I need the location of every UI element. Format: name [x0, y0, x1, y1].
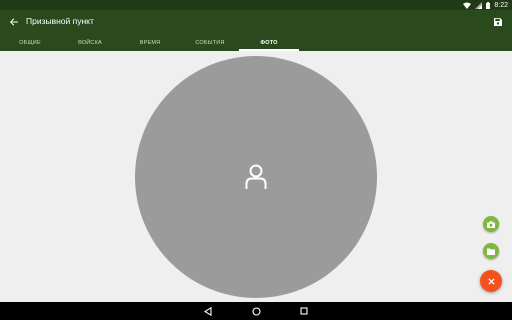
back-triangle-icon	[204, 306, 212, 316]
photo-placeholder[interactable]	[135, 56, 377, 298]
navigation-bar	[0, 302, 512, 320]
status-bar: 8:22	[0, 0, 512, 10]
folder-icon	[487, 248, 495, 255]
tab-photo[interactable]: ФОТО	[239, 34, 299, 51]
close-fab-button[interactable]	[480, 270, 502, 292]
arrow-left-icon	[10, 18, 18, 26]
battery-icon	[486, 1, 491, 9]
nav-back-button[interactable]	[202, 305, 214, 317]
nav-home-button[interactable]	[250, 305, 262, 317]
camera-icon	[487, 220, 495, 228]
folder-button[interactable]	[483, 243, 499, 259]
tab-general[interactable]: ОБЩИЕ	[0, 34, 60, 51]
tab-label: ОБЩИЕ	[19, 39, 41, 46]
tab-bar: ОБЩИЕ ВОЙСКА ВРЕМЯ СОБЫТИЯ ФОТО	[0, 34, 512, 51]
recents-square-icon	[300, 307, 308, 315]
signal-icon	[475, 1, 483, 9]
wifi-icon	[463, 2, 472, 9]
page-title: Призывной пункт	[26, 16, 94, 26]
tab-label: СОБЫТИЯ	[195, 39, 225, 46]
home-circle-icon	[251, 306, 261, 316]
close-icon	[487, 277, 495, 285]
tab-label: ФОТО	[260, 39, 278, 46]
tab-time[interactable]: ВРЕМЯ	[120, 34, 180, 51]
save-button[interactable]	[490, 14, 506, 30]
tab-active-indicator	[239, 49, 299, 51]
tab-label: ВРЕМЯ	[139, 39, 161, 46]
app-bar: Призывной пункт ОБЩИЕ ВОЙСКА ВРЕМЯ СОБЫТ…	[0, 10, 512, 51]
tab-events[interactable]: СОБЫТИЯ	[180, 34, 240, 51]
back-button[interactable]	[6, 14, 22, 30]
person-icon	[245, 164, 267, 189]
save-icon	[494, 18, 502, 26]
status-icons: 8:22	[463, 0, 508, 10]
tab-troops[interactable]: ВОЙСКА	[60, 34, 120, 51]
nav-recents-button[interactable]	[298, 305, 310, 317]
camera-button[interactable]	[483, 216, 499, 232]
status-time: 8:22	[494, 1, 508, 9]
tab-label: ВОЙСКА	[78, 39, 102, 46]
